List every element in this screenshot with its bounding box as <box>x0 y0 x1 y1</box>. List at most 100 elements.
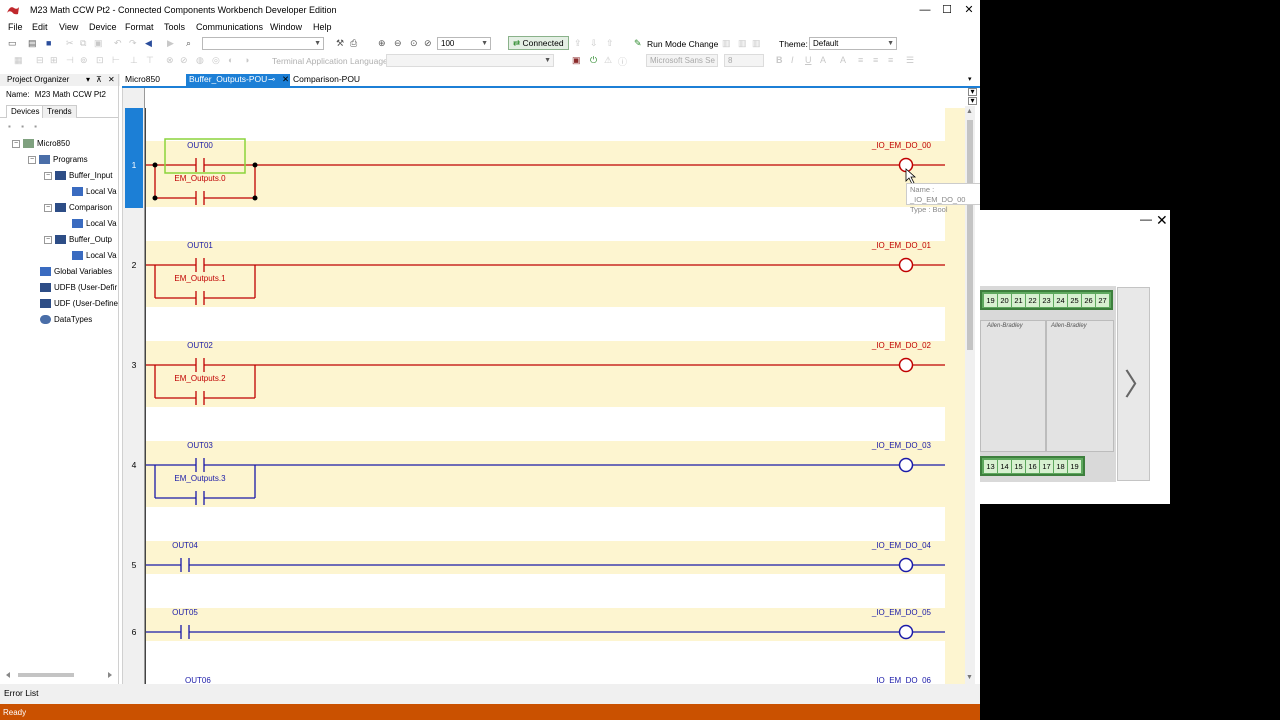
variable-icon[interactable]: ⊘ <box>180 55 188 66</box>
strike-icon[interactable]: A <box>820 55 826 65</box>
tree-item-programs[interactable]: − Programs <box>28 154 88 168</box>
coil-label[interactable]: _IO_EM_DO_05 <box>871 608 932 617</box>
tree-item-local-variables[interactable]: Local Va <box>72 186 117 200</box>
theme-combo[interactable]: Default ▼ <box>809 37 897 50</box>
coil-label[interactable]: _IO_EM_DO_06 <box>871 676 932 684</box>
print-icon[interactable]: ⎙ <box>350 38 357 49</box>
upload-icon[interactable]: ⇪ <box>574 38 582 49</box>
rung-number[interactable]: 6 <box>123 627 145 637</box>
grid-icon[interactable]: ▦ <box>14 55 23 66</box>
tree-item-udf[interactable]: UDF (User-Define <box>40 298 118 312</box>
transfer-icon[interactable]: ⇧ <box>606 38 614 49</box>
menu-format[interactable]: Format <box>125 22 154 32</box>
contact-label[interactable]: OUT04 <box>172 541 198 550</box>
rung-number[interactable]: 1 <box>123 160 145 170</box>
tree-item-udfb[interactable]: UDFB (User-Defir <box>40 282 117 296</box>
branch-contact-label[interactable]: EM_Outputs.1 <box>174 274 226 283</box>
coil-icon[interactable] <box>898 557 914 573</box>
tab-trends[interactable]: Trends <box>42 105 77 118</box>
open-icon[interactable]: ▤ <box>28 38 37 49</box>
jump-icon[interactable]: ⊢ <box>112 55 120 66</box>
branch-contact-label[interactable]: EM_Outputs.2 <box>174 374 226 383</box>
tab-micro850[interactable]: Micro850 <box>122 74 163 86</box>
tree-item-local-variables[interactable]: Local Va <box>72 218 117 232</box>
tree-item-buffer-input[interactable]: − Buffer_Input <box>44 170 112 184</box>
menu-file[interactable]: File <box>8 22 23 32</box>
contact-label[interactable]: OUT05 <box>172 608 198 617</box>
back-icon[interactable]: ◀ <box>145 38 152 49</box>
menu-window[interactable]: Window <box>270 22 302 32</box>
tree-item-micro850[interactable]: − Micro850 <box>12 138 70 152</box>
rung-number[interactable]: 4 <box>123 460 145 470</box>
tree-item-local-variables[interactable]: Local Va <box>72 250 117 264</box>
underline-icon[interactable]: U <box>805 55 812 65</box>
rung-number[interactable]: 2 <box>123 260 145 270</box>
rung-number[interactable]: 5 <box>123 560 145 570</box>
collapse-icon[interactable]: − <box>44 235 52 244</box>
panel-divider[interactable] <box>118 74 119 684</box>
tab-devices[interactable]: Devices <box>6 105 45 118</box>
tree-item-buffer-outputs[interactable]: − Buffer_Outp <box>44 234 112 248</box>
program-mode-icon[interactable]: ▥ <box>722 38 731 49</box>
ladder-editor[interactable]: 1 2 3 4 5 6 OUT00 _IO_EM_DO_00 EM_Outputs.… <box>122 88 980 684</box>
pin-icon[interactable]: ⊸ <box>268 74 275 85</box>
redo-icon[interactable]: ↷ <box>129 38 137 49</box>
wrench-icon[interactable]: ⚒ <box>336 38 344 49</box>
font-color-icon[interactable]: A <box>840 55 846 65</box>
toggle-icon[interactable]: ◑ <box>244 55 249 65</box>
forward-icon[interactable]: ▶ <box>167 38 174 49</box>
tree-item-global-variables[interactable]: Global Variables <box>40 266 112 280</box>
tab-comparison-pou[interactable]: Comparison-POU <box>290 74 363 86</box>
coil-icon[interactable]: ⊚ <box>80 55 88 66</box>
coil-icon[interactable] <box>898 257 914 273</box>
coil-icon[interactable] <box>898 457 914 473</box>
ladder-diagram[interactable]: OUT00 _IO_EM_DO_00 EM_Outputs.0 OUT01 _IO_EM… <box>145 88 965 684</box>
coil-label[interactable]: _IO_EM_DO_00 <box>871 141 932 150</box>
menu-view[interactable]: View <box>59 22 78 32</box>
collapse-icon[interactable]: − <box>28 155 36 164</box>
zoom-in-icon[interactable]: ⊕ <box>378 38 386 49</box>
contact-label[interactable]: OUT06 <box>185 676 211 684</box>
run-mode-icon[interactable]: ✎ <box>634 38 642 49</box>
scroll-up-icon[interactable]: ▲ <box>966 108 973 115</box>
coil-icon[interactable] <box>898 624 914 640</box>
tab-buffer-outputs-pou[interactable]: Buffer_Outputs-POU ⊸ <box>186 74 290 86</box>
block-icon[interactable]: ⊡ <box>96 55 104 66</box>
expand-all-icon[interactable]: ▾ <box>968 97 977 105</box>
close-button[interactable]: ✕ <box>958 2 980 18</box>
collapse-icon[interactable]: − <box>12 139 20 148</box>
align-center-icon[interactable]: ≡ <box>873 55 878 65</box>
paste-icon[interactable]: ▣ <box>94 38 103 49</box>
warning-icon[interactable]: ⚠ <box>604 55 612 66</box>
menu-tools[interactable]: Tools <box>164 22 185 32</box>
italic-icon[interactable]: I <box>791 55 794 65</box>
device-icon[interactable]: ▣ <box>572 55 581 66</box>
contact-label[interactable]: OUT02 <box>187 341 213 350</box>
minimize-button[interactable]: — <box>1140 212 1152 226</box>
copy-icon[interactable]: ⧉ <box>80 38 86 49</box>
menu-device[interactable]: Device <box>89 22 117 32</box>
align-left-icon[interactable]: ≡ <box>858 55 863 65</box>
tab-list-icon[interactable]: ▾ <box>968 75 972 83</box>
monitor-icon[interactable]: ◎ <box>212 55 220 66</box>
maximize-button[interactable]: ☐ <box>936 2 958 18</box>
contact-label[interactable]: OUT03 <box>187 441 213 450</box>
new-icon[interactable]: ▭ <box>8 38 17 49</box>
chevron-right-icon[interactable]: 〉 <box>1124 360 1154 404</box>
coil-label[interactable]: _IO_EM_DO_03 <box>871 441 932 450</box>
coil-label[interactable]: _IO_EM_DO_01 <box>871 241 932 250</box>
download-icon[interactable]: ⇩ <box>590 38 598 49</box>
dropdown-icon[interactable]: ▾ <box>86 75 90 84</box>
rung-icon[interactable]: ⊟ <box>36 55 44 66</box>
contact-icon[interactable]: ⊣ <box>66 55 74 66</box>
pin-icon[interactable]: ⊼ <box>96 75 102 84</box>
power-icon[interactable]: ⏻ <box>590 55 597 66</box>
branch-icon[interactable]: ⊞ <box>50 55 58 66</box>
contact-label[interactable]: OUT00 <box>187 141 213 150</box>
close-button[interactable]: ✕ <box>1156 212 1168 229</box>
coil-label[interactable]: _IO_EM_DO_02 <box>871 341 932 350</box>
comment-icon[interactable]: ⊤ <box>146 55 154 66</box>
watch-icon[interactable]: ◍ <box>196 55 204 66</box>
return-icon[interactable]: ⊥ <box>130 55 138 66</box>
scroll-left-icon[interactable] <box>6 672 10 678</box>
